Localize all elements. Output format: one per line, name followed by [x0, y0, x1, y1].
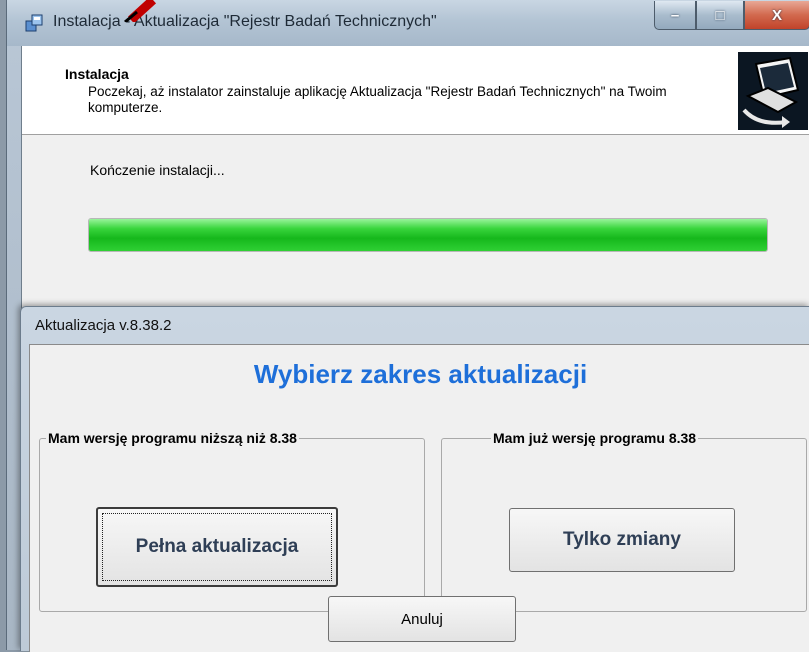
full-update-button[interactable]: Pełna aktualizacja	[96, 507, 338, 587]
changes-only-label: Tylko zmiany	[563, 529, 681, 550]
group-legend-lower: Mam wersję programu niższą niż 8.38	[46, 430, 299, 446]
progress-bar	[88, 218, 768, 252]
header-description: Poczekaj, aż instalator zainstaluje apli…	[88, 84, 667, 115]
dialog-title: Aktualizacja v.8.38.2	[35, 317, 172, 334]
maximize-button[interactable]: □	[696, 1, 744, 30]
group-legend-current: Mam już wersję programu 8.38	[491, 430, 699, 446]
minimize-button[interactable]: –	[654, 1, 696, 30]
close-button[interactable]: X	[744, 1, 809, 30]
changes-only-button[interactable]: Tylko zmiany	[509, 508, 735, 572]
dialog-heading: Wybierz zakres aktualizacji	[253, 359, 588, 389]
group-lower-version: Mam wersję programu niższą niż 8.38 Pełn…	[39, 430, 425, 612]
window-controls: – □ X	[654, 0, 809, 36]
dialog-body: Wybierz zakres aktualizacji Mam wersję p…	[29, 344, 809, 652]
status-text: Kończenie instalacji...	[90, 162, 225, 178]
installer-header: Instalacja Poczekaj, aż instalator zains…	[22, 46, 809, 135]
header-title: Instalacja	[65, 66, 129, 82]
update-dialog: Aktualizacja v.8.38.2 Wybierz zakres akt…	[20, 306, 809, 652]
computer-install-icon	[738, 52, 808, 130]
focus-rectangle	[102, 513, 332, 581]
cancel-button[interactable]: Anuluj	[328, 596, 516, 642]
progress-fill	[89, 219, 767, 251]
group-current-version: Mam już wersję programu 8.38 Tylko zmian…	[441, 430, 807, 612]
red-pen-mark-icon	[124, 0, 157, 22]
installer-box-icon	[25, 14, 43, 32]
